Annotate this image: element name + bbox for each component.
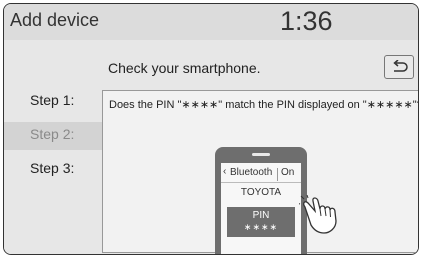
bluetooth-label: Bluetooth <box>230 167 273 178</box>
instruction-text: Check your smartphone. <box>108 60 261 76</box>
chevron-left-icon: ‹ <box>223 166 227 177</box>
back-arrow-icon <box>393 60 408 72</box>
bluetooth-row: ‹ Bluetooth On <box>221 166 301 181</box>
pin-question: Does the PIN "∗∗∗∗" match the PIN displa… <box>109 99 419 111</box>
back-button[interactable] <box>384 55 414 79</box>
content-area: Does the PIN "∗∗∗∗" match the PIN displa… <box>102 90 419 254</box>
bluetooth-state: On <box>281 167 295 178</box>
step-1-label: Step 1: <box>30 92 75 108</box>
phone-speaker <box>252 153 270 156</box>
pin-button[interactable]: PIN ∗∗∗∗ <box>227 207 295 237</box>
page-title: Add device <box>10 10 100 30</box>
divider <box>221 182 301 183</box>
title-bar: Add device 1:36 <box>4 4 418 40</box>
pointing-hand-icon <box>299 195 337 234</box>
screen-frame: Add device 1:36 Check your smartphone. S… <box>3 3 419 255</box>
pin-code: ∗∗∗∗ <box>243 222 279 232</box>
step-2-label: Step 2: <box>30 126 75 142</box>
smartphone-illustration: ‹ Bluetooth On TOYOTA PIN ∗∗∗∗ <box>215 147 307 254</box>
phone-screen: ‹ Bluetooth On TOYOTA PIN ∗∗∗∗ <box>221 163 301 254</box>
clock: 1:36 <box>280 6 333 36</box>
step-3-label: Step 3: <box>30 160 75 176</box>
divider <box>277 168 278 181</box>
device-name: TOYOTA <box>240 187 282 198</box>
pin-label: PIN <box>252 210 270 221</box>
